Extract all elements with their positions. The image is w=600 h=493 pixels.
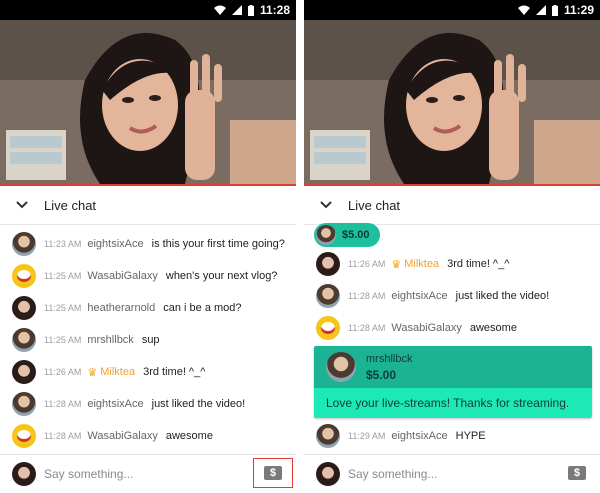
super-chat-dollar-icon[interactable]: $ <box>568 466 586 480</box>
chat-title: Live chat <box>348 197 401 213</box>
message-time: 11:23 AM <box>44 239 82 249</box>
phone-screen-right: 11:29 Live chat $5.00 11:26 AM ♛ Milktea… <box>304 0 600 493</box>
message-author[interactable]: WasabiGalaxy <box>391 322 462 334</box>
wifi-icon <box>517 5 530 15</box>
message-text: when's your next vlog? <box>165 270 278 282</box>
user-avatar <box>12 462 36 486</box>
video-player[interactable] <box>304 20 600 186</box>
highlight-box <box>253 458 293 488</box>
moderator-crown-icon: ♛ <box>87 366 98 379</box>
screen-divider <box>296 0 304 493</box>
avatar <box>12 424 36 448</box>
signal-icon <box>231 5 242 15</box>
message-text: can i be a mod? <box>163 302 242 314</box>
battery-icon <box>247 4 254 16</box>
message-text: 3rd time! ^_^ <box>447 258 510 270</box>
super-chat-ticker[interactable]: $5.00 <box>314 223 380 247</box>
message-author[interactable]: WasabiGalaxy <box>87 430 158 442</box>
message-text: 3rd time! ^_^ <box>143 366 206 378</box>
wifi-icon <box>213 5 226 15</box>
avatar <box>12 392 36 416</box>
chat-header[interactable]: Live chat <box>0 186 296 225</box>
message-author[interactable]: eightsixAce <box>87 398 143 410</box>
message-author[interactable]: mrshllbck <box>87 334 133 346</box>
message-author[interactable]: Milktea <box>404 258 439 270</box>
message-time: 11:28 AM <box>44 399 82 409</box>
super-chat-card[interactable]: mrshllbck $5.00 Love your live-streams! … <box>314 346 592 418</box>
chat-message: 11:26 AM ♛ Milktea 3rd time! ^_^ <box>0 356 296 388</box>
battery-icon <box>551 4 558 16</box>
avatar <box>12 296 36 320</box>
chat-message: 11:26 AM ♛ Milktea 3rd time! ^_^ <box>304 248 600 280</box>
ticker-amount: $5.00 <box>342 229 370 241</box>
message-author[interactable]: eightsixAce <box>391 430 447 442</box>
chat-title: Live chat <box>44 197 97 213</box>
avatar <box>12 360 36 384</box>
avatar <box>12 264 36 288</box>
message-author[interactable]: eightsixAce <box>87 238 143 250</box>
message-text: awesome <box>469 322 517 334</box>
avatar <box>316 225 336 245</box>
moderator-crown-icon: ♛ <box>391 258 402 271</box>
signal-icon <box>535 5 546 15</box>
message-text: is this your first time going? <box>151 238 285 250</box>
clock: 11:29 <box>563 3 594 17</box>
message-time: 11:28 AM <box>44 431 82 441</box>
message-time: 11:26 AM <box>348 259 386 269</box>
super-chat-name: mrshllbck <box>366 352 413 365</box>
message-author[interactable]: WasabiGalaxy <box>87 270 158 282</box>
super-chat-amount: $5.00 <box>366 367 397 382</box>
message-time: 11:26 AM <box>44 367 82 377</box>
message-text: HYPE <box>455 430 486 442</box>
message-text: awesome <box>165 430 213 442</box>
avatar <box>316 284 340 308</box>
message-time: 11:25 AM <box>44 335 82 345</box>
message-time: 11:28 AM <box>348 291 386 301</box>
avatar <box>316 424 340 448</box>
status-bar: 11:29 <box>304 0 600 20</box>
message-time: 11:29 AM <box>348 431 386 441</box>
message-text: just liked the video! <box>455 290 550 302</box>
chat-message: 11:28 AM WasabiGalaxy awesome <box>304 312 600 344</box>
chat-header[interactable]: Live chat <box>304 186 600 225</box>
chat-input[interactable]: Say something... <box>44 467 133 481</box>
video-player[interactable] <box>0 20 296 186</box>
avatar <box>316 316 340 340</box>
message-text: just liked the video! <box>151 398 246 410</box>
chat-message: 11:25 AM WasabiGalaxy when's your next v… <box>0 260 296 292</box>
message-time: 11:25 AM <box>44 271 82 281</box>
chat-input-bar[interactable]: Say something... $ <box>0 454 296 493</box>
avatar <box>12 328 36 352</box>
chevron-down-icon[interactable] <box>318 197 334 213</box>
video-frame <box>0 20 296 184</box>
super-chat-header: mrshllbck $5.00 <box>314 346 592 388</box>
chevron-down-icon[interactable] <box>14 197 30 213</box>
avatar <box>326 352 356 382</box>
message-text: sup <box>141 334 160 346</box>
chat-message: 11:29 AM eightsixAce HYPE <box>304 420 600 452</box>
clock: 11:28 <box>259 3 290 17</box>
chat-input[interactable]: Say something... <box>348 467 437 481</box>
message-time: 11:28 AM <box>348 323 386 333</box>
message-author[interactable]: Milktea <box>100 366 135 378</box>
chat-message: 11:25 AM mrshllbck sup <box>0 324 296 356</box>
chat-input-bar[interactable]: Say something... $ <box>304 454 600 493</box>
avatar <box>316 252 340 276</box>
message-author[interactable]: eightsixAce <box>391 290 447 302</box>
video-frame <box>304 20 600 184</box>
message-author[interactable]: heatherarnold <box>87 302 155 314</box>
avatar <box>12 232 36 256</box>
chat-message: 11:23 AM eightsixAce is this your first … <box>0 228 296 260</box>
chat-message: 11:28 AM WasabiGalaxy awesome <box>0 420 296 452</box>
chat-message: 11:28 AM eightsixAce just liked the vide… <box>304 280 600 312</box>
super-chat-message: Love your live-streams! Thanks for strea… <box>314 388 592 418</box>
user-avatar <box>316 462 340 486</box>
message-time: 11:25 AM <box>44 303 82 313</box>
chat-message: 11:25 AM heatherarnold can i be a mod? <box>0 292 296 324</box>
chat-message: 11:28 AM eightsixAce just liked the vide… <box>0 388 296 420</box>
phone-screen-left: 11:28 Live chat 11:23 AM eightsixAce is … <box>0 0 296 493</box>
status-bar: 11:28 <box>0 0 296 20</box>
